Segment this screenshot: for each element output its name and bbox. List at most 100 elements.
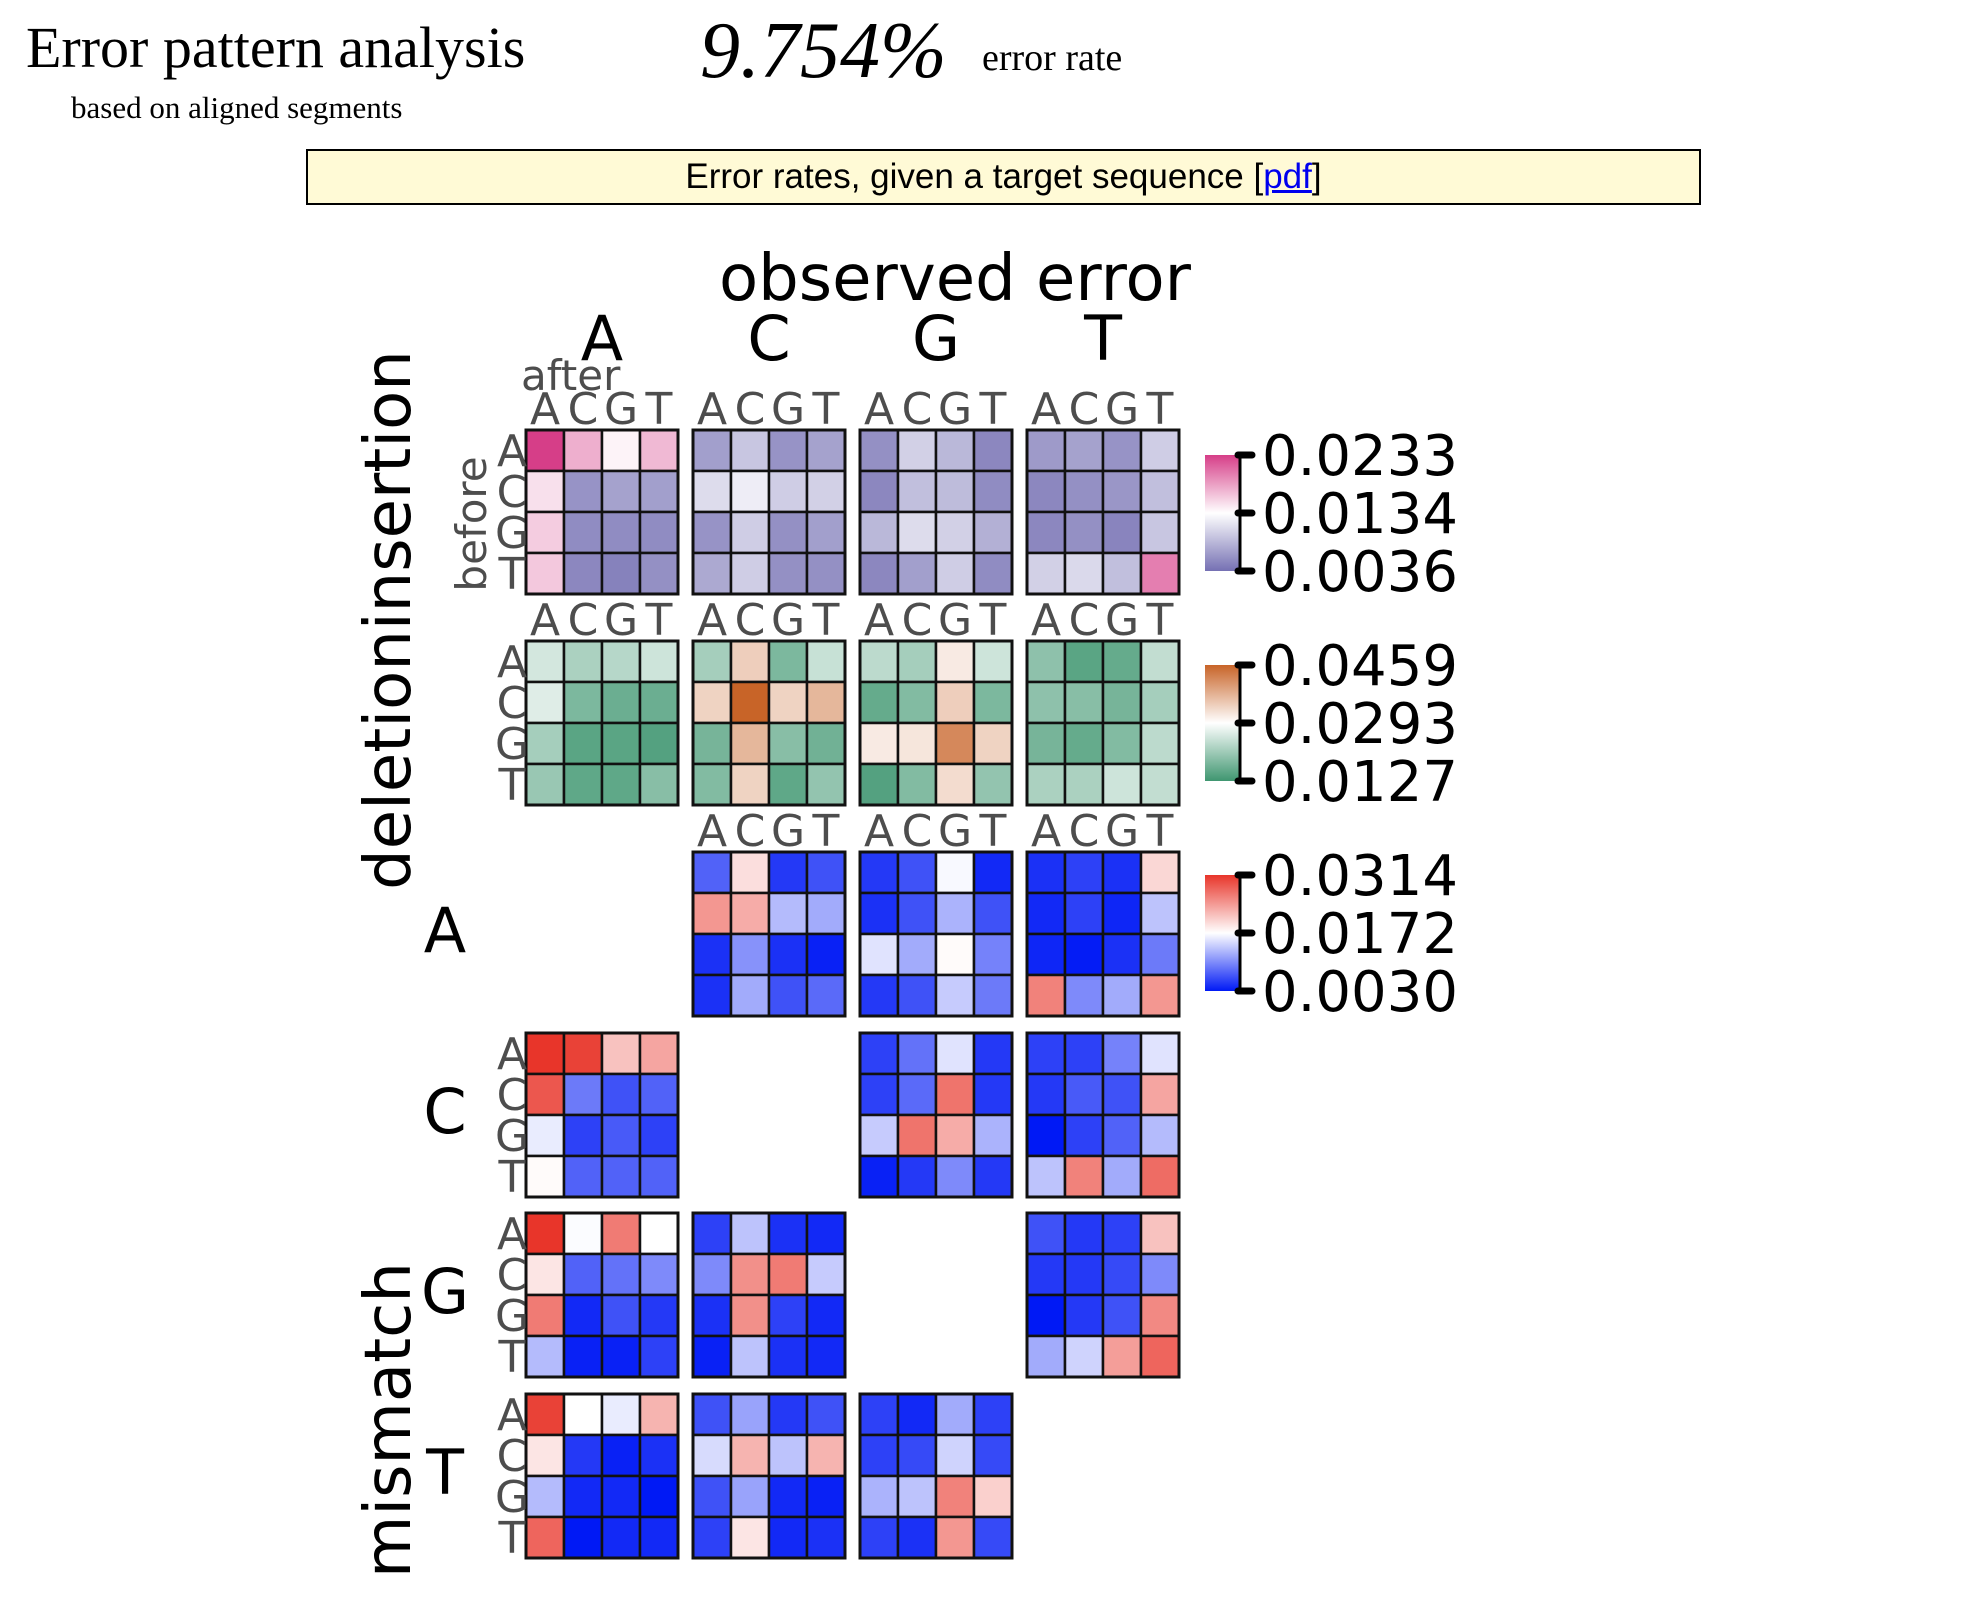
heatmap-cell bbox=[934, 469, 976, 514]
heatmap-cell bbox=[600, 1211, 642, 1256]
heatmap-cell bbox=[562, 469, 604, 514]
heatmap-cell bbox=[1063, 1252, 1105, 1297]
heatmap-cell bbox=[729, 1252, 771, 1297]
after-base-tick: A bbox=[1031, 806, 1061, 857]
heatmap-cell bbox=[1025, 1072, 1067, 1117]
heatmap-cell bbox=[524, 510, 566, 555]
heatmap-cell bbox=[524, 639, 566, 684]
heatmap-cell bbox=[934, 721, 976, 766]
heatmap-cell bbox=[1063, 1031, 1105, 1076]
heatmap-cell bbox=[972, 891, 1014, 936]
heatmap-cell bbox=[805, 1252, 847, 1297]
heatmap-cell bbox=[600, 428, 642, 473]
heatmap-cell bbox=[934, 680, 976, 725]
after-base-tick: T bbox=[812, 384, 840, 435]
heatmap-cell bbox=[729, 762, 771, 807]
heatmap-cell bbox=[691, 850, 733, 895]
heatmap-cell bbox=[1101, 1334, 1143, 1379]
heatmap-cell bbox=[767, 1252, 809, 1297]
heatmap-cell bbox=[600, 680, 642, 725]
after-base-tick: T bbox=[979, 384, 1007, 435]
heatmap-cell bbox=[1139, 1211, 1181, 1256]
heatmap-cell bbox=[638, 1154, 680, 1199]
heatmap-cell bbox=[600, 1293, 642, 1338]
heatmap-cell bbox=[524, 721, 566, 766]
heatmap-cell bbox=[638, 639, 680, 684]
heatmap-cell bbox=[729, 850, 771, 895]
heatmap-cell bbox=[691, 680, 733, 725]
after-base-tick: C bbox=[1069, 384, 1100, 435]
mismatch-row-label-G: G bbox=[421, 1255, 469, 1328]
heatmap-cell bbox=[1139, 1252, 1181, 1297]
heatmap-cell bbox=[767, 1211, 809, 1256]
heatmap-cell bbox=[858, 850, 900, 895]
heatmap-cell bbox=[767, 891, 809, 936]
heatmap-cell bbox=[729, 1433, 771, 1478]
heatmap-cell bbox=[896, 1154, 938, 1199]
heatmap-cell bbox=[934, 1113, 976, 1158]
heatmap-cell bbox=[638, 1392, 680, 1437]
heatmap-cell bbox=[805, 1293, 847, 1338]
heatmap-cell bbox=[562, 510, 604, 555]
heatmap-cell bbox=[1063, 551, 1105, 596]
after-base-tick: C bbox=[1069, 806, 1100, 857]
heatmap-cell bbox=[1101, 510, 1143, 555]
after-base-tick: C bbox=[1069, 595, 1100, 646]
after-base-tick: C bbox=[735, 806, 766, 857]
heatmap-cell bbox=[1139, 721, 1181, 766]
heatmap-cell bbox=[691, 551, 733, 596]
heatmap-cell bbox=[896, 932, 938, 977]
heatmap-cell bbox=[524, 1252, 566, 1297]
heatmap-cell bbox=[600, 1154, 642, 1199]
heatmap-cell bbox=[524, 1392, 566, 1437]
heatmap-cell bbox=[600, 1113, 642, 1158]
heatmap-cell bbox=[767, 428, 809, 473]
heatmap-cell bbox=[524, 1334, 566, 1379]
heatmap-cell bbox=[896, 891, 938, 936]
heatmap-cell bbox=[600, 551, 642, 596]
heatmap-cell bbox=[1025, 973, 1067, 1018]
heatmap-cell bbox=[805, 891, 847, 936]
heatmap-cell bbox=[638, 721, 680, 766]
after-base-tick: A bbox=[864, 384, 894, 435]
heatmap-cell bbox=[1139, 1154, 1181, 1199]
heatmap-cell bbox=[805, 1474, 847, 1519]
heatmap-cell bbox=[972, 721, 1014, 766]
heatmap-cell bbox=[934, 762, 976, 807]
heatmap-cell bbox=[896, 510, 938, 555]
mismatch-row-label-C: C bbox=[423, 1075, 466, 1148]
heatmap-cell bbox=[524, 1433, 566, 1478]
heatmap-cell bbox=[638, 1334, 680, 1379]
heatmap-cell bbox=[767, 721, 809, 766]
after-base-tick: C bbox=[902, 384, 933, 435]
before-base-tick: T bbox=[498, 1152, 526, 1203]
heatmap-cell bbox=[729, 1293, 771, 1338]
heatmap-cell bbox=[600, 469, 642, 514]
heatmap-cell bbox=[524, 1113, 566, 1158]
heatmap-cell bbox=[896, 721, 938, 766]
heatmap-cell bbox=[729, 469, 771, 514]
heatmap-cell bbox=[934, 1474, 976, 1519]
heatmap-cell bbox=[767, 469, 809, 514]
heatmap-cell bbox=[600, 1474, 642, 1519]
after-base-tick: G bbox=[771, 806, 805, 857]
heatmap-cell bbox=[858, 1392, 900, 1437]
after-base-tick: G bbox=[771, 384, 805, 435]
heatmap-cell bbox=[972, 1515, 1014, 1560]
heatmap-cell bbox=[1139, 469, 1181, 514]
heatmap-cell bbox=[1101, 721, 1143, 766]
heatmap-cell bbox=[638, 1031, 680, 1076]
after-base-tick: C bbox=[735, 595, 766, 646]
heatmap-cell bbox=[1139, 551, 1181, 596]
after-base-tick: A bbox=[1031, 384, 1061, 435]
heatmap-cell bbox=[1139, 680, 1181, 725]
heatmap-cell bbox=[1101, 932, 1143, 977]
heatmap-cell bbox=[972, 1433, 1014, 1478]
heatmap-cell bbox=[524, 680, 566, 725]
heatmap-cell bbox=[691, 428, 733, 473]
heatmap-cell bbox=[600, 1072, 642, 1117]
after-base-tick: A bbox=[864, 595, 894, 646]
heatmap-cell bbox=[691, 721, 733, 766]
after-base-tick: G bbox=[771, 595, 805, 646]
heatmap-cell bbox=[858, 510, 900, 555]
